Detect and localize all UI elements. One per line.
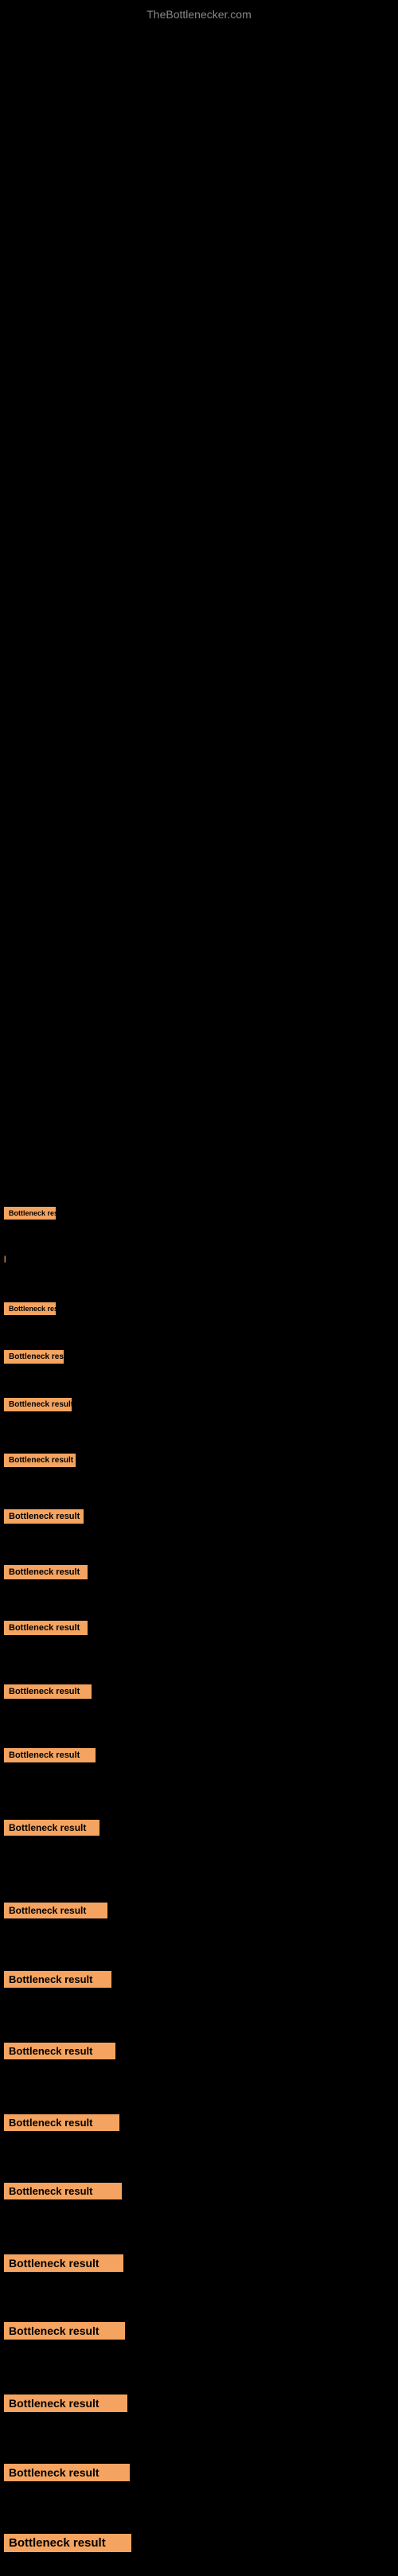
bottleneck-result-label[interactable]: Bottleneck result: [4, 1509, 84, 1524]
bottleneck-result-label[interactable]: Bottleneck result: [4, 2534, 131, 2552]
bottleneck-result-label[interactable]: Bottleneck result: [4, 1302, 56, 1315]
bottleneck-result-label[interactable]: Bottleneck result: [4, 1820, 100, 1836]
page-wrapper: TheBottlenecker.com Bottleneck result|Bo…: [0, 0, 398, 2576]
bottleneck-result-label[interactable]: Bottleneck result: [4, 1454, 76, 1467]
bottleneck-result-label[interactable]: Bottleneck result: [4, 1207, 56, 1220]
bottleneck-result-label[interactable]: Bottleneck result: [4, 2043, 115, 2059]
bottleneck-result-label[interactable]: Bottleneck result: [4, 1350, 64, 1364]
bottleneck-result-label[interactable]: Bottleneck result: [4, 1903, 107, 1918]
bottleneck-result-label[interactable]: Bottleneck result: [4, 1748, 96, 1762]
bottleneck-result-label[interactable]: Bottleneck result: [4, 1621, 88, 1635]
bottleneck-result-label[interactable]: Bottleneck result: [4, 1398, 72, 1411]
bottleneck-result-label[interactable]: Bottleneck result: [4, 2254, 123, 2272]
bottleneck-result-label[interactable]: Bottleneck result: [4, 1971, 111, 1988]
separator-label: |: [4, 1255, 6, 1263]
bottleneck-result-label[interactable]: Bottleneck result: [4, 1565, 88, 1579]
labels-container: Bottleneck result | Bottleneck result Bottl…: [0, 29, 398, 2576]
bottleneck-result-label[interactable]: Bottleneck result: [4, 2464, 130, 2481]
bottleneck-result-label[interactable]: Bottleneck result: [4, 2395, 127, 2412]
bottleneck-result-label[interactable]: Bottleneck result: [4, 2322, 125, 2340]
site-title: TheBottlenecker.com: [0, 0, 398, 29]
bottleneck-result-label[interactable]: Bottleneck result: [4, 2114, 119, 2131]
bottleneck-result-label[interactable]: Bottleneck result: [4, 1684, 92, 1699]
bottleneck-result-label[interactable]: Bottleneck result: [4, 2183, 122, 2199]
